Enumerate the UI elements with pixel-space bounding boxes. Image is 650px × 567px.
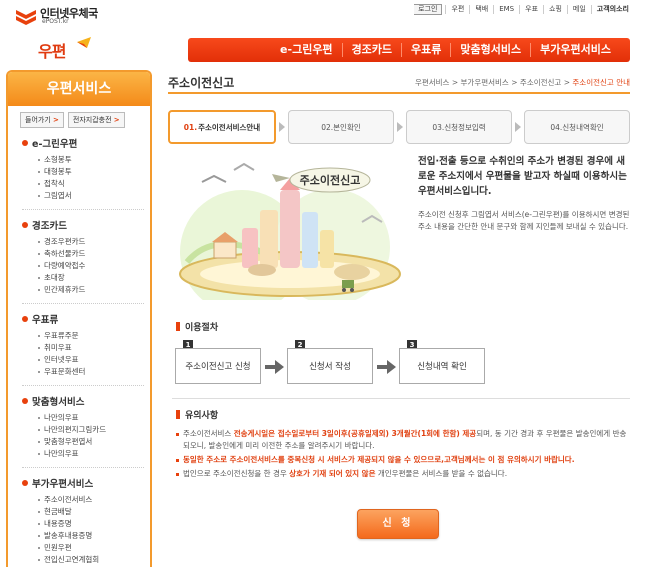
sidebar-item[interactable]: 경조우편카드 xyxy=(22,236,150,248)
sidebar-item[interactable]: 그림엽서 xyxy=(22,190,150,202)
sidebar-item[interactable]: 주소이전서비스 xyxy=(22,494,150,506)
procedure-step-2: 신청서 작성 xyxy=(287,348,373,384)
main-nav: e-그린우편 경조카드 우표류 맞춤형서비스 부가우편서비스 xyxy=(188,38,630,62)
breadcrumb-item[interactable]: 주소이전신고 xyxy=(520,78,561,87)
sidebar-title: 우편서비스 xyxy=(8,72,150,106)
sidebar-item[interactable]: 현금배달 xyxy=(22,506,150,518)
mainnav-custom[interactable]: 맞춤형서비스 xyxy=(450,43,530,57)
sidebar-item[interactable]: 전입신고연계협회 xyxy=(22,554,150,566)
sidebar-item[interactable]: 내용증명 xyxy=(22,518,150,530)
step-indicator: 01. 주소이전서비스안내 02. 본인확인 03. 신청정보입력 04. 신청내역확인 xyxy=(168,110,630,144)
arrow-right-icon xyxy=(387,360,396,374)
page-title: 주소이전신고 xyxy=(168,76,235,90)
sidebar-item[interactable]: 축하선물카드 xyxy=(22,248,150,260)
sidebar-section-custom: 맞춤형서비스 나만의우표 나만의편지그림카드 맞춤형우편엽서 나만의우표 xyxy=(8,394,150,468)
sidebar-item[interactable]: 초대장 xyxy=(22,272,150,284)
notes-title: 유의사항 xyxy=(176,408,218,421)
step-arrow-icon xyxy=(515,122,521,132)
topnav-link-parcel[interactable]: 택배 xyxy=(469,5,493,14)
breadcrumb-item[interactable]: 부가우편서비스 xyxy=(461,78,509,87)
topnav-link-ems[interactable]: EMS xyxy=(493,5,519,14)
topnav-link-mail[interactable]: 메일 xyxy=(566,5,591,14)
bullet-icon xyxy=(22,480,28,486)
arrow-right-icon xyxy=(275,360,284,374)
sidebar-section-e-green: e-그린우편 소형봉투 대형봉투 접착식 그림엽서 xyxy=(8,136,150,210)
step-1: 01. 주소이전서비스안내 xyxy=(168,110,276,144)
sidebar-item[interactable]: 접착식 xyxy=(22,178,150,190)
sidebar-item[interactable]: 인터넷우표 xyxy=(22,354,150,366)
illustration-banner: 주소이전신고 xyxy=(300,173,361,187)
sidebar-item[interactable]: 대형봉투 xyxy=(22,166,150,178)
bullet-icon xyxy=(22,316,28,322)
procedure-title: 이용절차 xyxy=(176,320,218,333)
sidebar-item[interactable]: 나만의편지그림카드 xyxy=(22,424,150,436)
bullet-icon xyxy=(22,222,28,228)
sidebar-item[interactable]: 우표문화센터 xyxy=(22,366,150,378)
topnav-link-shop[interactable]: 쇼핑 xyxy=(543,5,567,14)
apply-button[interactable]: 신 청 xyxy=(357,509,439,539)
sidebar-item[interactable]: 취미우표 xyxy=(22,342,150,354)
sidebar-section-additional: 부가우편서비스 주소이전서비스 현금배달 내용증명 발송후내용증명 민원우편 전… xyxy=(8,476,150,566)
epost-logo[interactable]: 인터넷우체국 ePOST.kr xyxy=(14,5,124,27)
page-header: 주소이전신고 우편서비스 > 부가우편서비스 > 주소이전신고 > 주소이전신고… xyxy=(168,74,630,94)
note-item: 동일한 주소로 주소이전서비스를 중복신청 시 서비스가 제공되지 않을 수 있… xyxy=(174,454,628,466)
breadcrumb-item[interactable]: 우편서비스 xyxy=(415,78,450,87)
step-4: 04. 신청내역확인 xyxy=(524,110,630,144)
sidebar: 우편서비스 들어가기 > 전자지갑충전 > e-그린우편 소형봉투 대형봉투 접… xyxy=(6,70,152,567)
breadcrumb: 우편서비스 > 부가우편서비스 > 주소이전신고 > 주소이전신고 안내 xyxy=(414,78,630,87)
login-button[interactable]: 로그인 xyxy=(414,4,443,15)
topnav-link-post[interactable]: 우편 xyxy=(445,5,469,14)
step-2: 02. 본인확인 xyxy=(288,110,394,144)
post-logo-icon xyxy=(16,10,36,25)
bullet-icon xyxy=(22,398,28,404)
sidebar-item[interactable]: 발송후내용증명 xyxy=(22,530,150,542)
mainnav-card[interactable]: 경조카드 xyxy=(341,43,401,57)
sidebar-section-card: 경조카드 경조우편카드 축하선물카드 다량예약접수 초대장 민간제휴카드 xyxy=(8,218,150,304)
sidebar-item[interactable]: 나만의우표 xyxy=(22,412,150,424)
enter-button[interactable]: 들어가기 > xyxy=(20,112,64,128)
sidebar-item[interactable]: 소형봉투 xyxy=(22,154,150,166)
top-utility-nav: 로그인 우편 택배 EMS 우표 쇼핑 메일 고객의소리 xyxy=(414,4,634,15)
mainnav-stamp[interactable]: 우표류 xyxy=(401,43,450,57)
wallet-charge-button[interactable]: 전자지갑충전 > xyxy=(67,112,125,128)
sidebar-item[interactable]: 다량예약접수 xyxy=(22,260,150,272)
intro-headline: 전입·전출 등으로 수취인의 주소가 변경된 경우에 새로운 주소지에서 우편물… xyxy=(418,156,627,197)
step-arrow-icon xyxy=(279,122,285,132)
breadcrumb-current: 주소이전신고 안내 xyxy=(572,78,630,87)
sidebar-item[interactable]: 나만의우표 xyxy=(22,448,150,460)
sidebar-section-stamp: 우표류 우표류주문 취미우표 인터넷우표 우표문화센터 xyxy=(8,312,150,386)
topnav-link-customer-voice[interactable]: 고객의소리 xyxy=(590,5,634,14)
bullet-icon xyxy=(22,140,28,146)
sidebar-item[interactable]: 민원우편 xyxy=(22,542,150,554)
note-item: 법인으로 주소이전신청을 한 경우 상호가 기재 되어 있지 않은 개인우편물은… xyxy=(174,468,628,480)
sidebar-item[interactable]: 민간제휴카드 xyxy=(22,284,150,296)
notes-list: 주소이전서비스 전송게시일은 접수일로부터 3일이후(공휴일제외) 3개월간(1… xyxy=(174,428,628,482)
intro-body: 주소이전 신청후 그림엽서 서비스(e-그린우편)를 이용하시면 변경된 주소 … xyxy=(418,210,630,231)
topnav-link-stamp[interactable]: 우표 xyxy=(519,5,543,14)
procedure-step-3: 신청내역 확인 xyxy=(399,348,485,384)
step-3: 03. 신청정보입력 xyxy=(406,110,512,144)
section-brand-title[interactable]: 우편 xyxy=(38,38,66,62)
step-arrow-icon xyxy=(397,122,403,132)
note-item: 주소이전서비스 전송게시일은 접수일로부터 3일이후(공휴일제외) 3개월간(1… xyxy=(174,428,628,452)
logo-sub: ePOST.kr xyxy=(42,18,69,25)
procedure-step-1: 주소이전신고 신청 xyxy=(175,348,261,384)
envelope-mark-icon xyxy=(77,37,91,48)
mainnav-e-green[interactable]: e-그린우편 xyxy=(271,43,342,57)
sidebar-item[interactable]: 우표류주문 xyxy=(22,330,150,342)
procedure-flow: 1 주소이전신고 신청 2 신청서 작성 3 신청내역 확인 xyxy=(175,340,635,390)
mainnav-additional[interactable]: 부가우편서비스 xyxy=(530,43,620,57)
service-intro: 전입·전출 등으로 수취인의 주소가 변경된 경우에 새로운 주소지에서 우편물… xyxy=(418,154,633,233)
sidebar-item[interactable]: 맞춤형우편엽서 xyxy=(22,436,150,448)
address-move-illustration: 주소이전신고 xyxy=(172,152,408,300)
